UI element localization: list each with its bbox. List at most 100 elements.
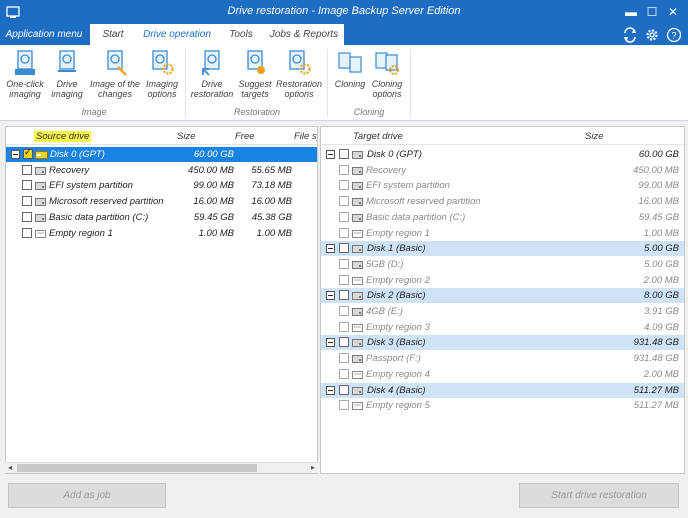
row-checkbox[interactable] <box>339 274 349 285</box>
drive-restoration-button[interactable]: Drive restoration <box>189 49 235 99</box>
target-drive-pane[interactable]: Target drive Size Disk 0 (GPT) 60.00 GB Re… <box>320 126 685 474</box>
row-name: Basic data partition (C:) <box>366 211 466 223</box>
tab-drive-operation[interactable]: Drive operation <box>136 24 218 45</box>
row-checkbox[interactable] <box>339 337 349 348</box>
free-header[interactable]: Free <box>235 131 255 142</box>
source-partition-row[interactable]: Basic data partition (C:) 59.45 GB 45.38 G… <box>6 210 317 225</box>
row-name: Disk 2 (Basic) <box>367 290 426 302</box>
row-name: Empty region 2 <box>366 274 430 286</box>
start-drive-restoration-button[interactable]: Start drive restoration <box>519 483 679 508</box>
row-checkbox[interactable] <box>23 147 33 159</box>
button-label: Cloning <box>371 79 403 89</box>
row-checkbox[interactable] <box>339 306 349 316</box>
row-checkbox[interactable] <box>339 258 349 269</box>
target-partition-row[interactable]: 5GB (D:) 5.00 GB <box>321 257 684 272</box>
target-partition-row[interactable]: Empty region 4 2.00 MB <box>321 367 684 382</box>
row-checkbox[interactable] <box>22 227 32 238</box>
source-horizontal-scrollbar[interactable]: ◂ ▸ <box>5 462 318 473</box>
target-partition-row[interactable]: Empty region 3 4.09 GB <box>321 320 684 335</box>
row-name: Empty region 5 <box>366 400 430 412</box>
sync-icon[interactable] <box>622 27 638 43</box>
button-label: options <box>372 89 402 99</box>
source-partition-row[interactable]: Microsoft reserved partition 16.00 MB 16.0… <box>6 194 317 209</box>
tab-tools[interactable]: Tools <box>218 24 264 45</box>
target-disk-row[interactable]: Disk 4 (Basic) 511.27 MB <box>321 382 684 398</box>
maximize-button[interactable]: ☐ <box>643 3 661 21</box>
row-checkbox[interactable] <box>339 227 349 238</box>
row-checkbox[interactable] <box>339 290 349 301</box>
target-partition-row[interactable]: Basic data partition (C:) 59.45 GB <box>321 210 684 225</box>
partition-icon <box>352 260 363 269</box>
size-header[interactable]: Size <box>177 131 195 142</box>
close-button[interactable]: ✕ <box>664 3 682 21</box>
gear-icon[interactable] <box>644 27 660 43</box>
source-disk-row[interactable]: Disk 0 (GPT) 60.00 GB <box>6 147 317 162</box>
tab-start[interactable]: Start <box>90 24 136 45</box>
row-checkbox[interactable] <box>22 164 32 175</box>
target-disk-row[interactable]: Disk 3 (Basic) 931.48 GB <box>321 335 684 351</box>
row-name: Recovery <box>366 164 407 176</box>
row-checkbox[interactable] <box>339 211 349 222</box>
source-partition-row[interactable]: Empty region 1 1.00 MB 1.00 MB <box>6 226 317 241</box>
row-checkbox[interactable] <box>22 196 32 207</box>
target-size-header[interactable]: Size <box>585 131 603 142</box>
suggest-targets-button[interactable]: Suggest targets <box>236 49 274 99</box>
file-system-header[interactable]: File sy <box>294 131 317 142</box>
row-size: 5.00 GB <box>644 258 679 270</box>
target-partition-row[interactable]: Passport (F:) 931.48 GB <box>321 351 684 366</box>
collapse-toggle[interactable] <box>326 150 335 159</box>
target-partition-row[interactable]: 4GB (E:) 3.91 GB <box>321 304 684 319</box>
empty-region-icon <box>352 276 363 285</box>
row-checkbox[interactable] <box>22 211 32 222</box>
target-partition-row[interactable]: Empty region 1 1.00 MB <box>321 226 684 241</box>
row-checkbox[interactable] <box>339 321 349 332</box>
target-disk-row[interactable]: Disk 0 (GPT) 60.00 GB <box>321 147 684 162</box>
source-partition-row[interactable]: Recovery 450.00 MB 55.65 MB <box>6 163 317 178</box>
restoration-options-button[interactable]: Restoration options <box>274 49 324 99</box>
partition-icon <box>352 386 363 395</box>
row-checkbox[interactable] <box>22 180 32 191</box>
row-checkbox[interactable] <box>339 368 349 379</box>
row-checkbox[interactable] <box>339 149 349 159</box>
collapse-toggle[interactable] <box>326 291 335 301</box>
minimize-button[interactable]: ▬ <box>622 3 640 21</box>
scrollbar-thumb[interactable] <box>17 464 257 472</box>
target-partition-row[interactable]: EFI system partition 99.00 MB <box>321 178 684 193</box>
target-drive-header[interactable]: Target drive <box>353 131 403 142</box>
svg-text:?: ? <box>671 31 676 41</box>
collapse-toggle[interactable] <box>326 244 335 254</box>
add-as-job-button[interactable]: Add as job <box>8 483 166 508</box>
scroll-right-arrow-icon[interactable]: ▸ <box>308 463 318 472</box>
row-checkbox[interactable] <box>339 164 349 175</box>
target-disk-row[interactable]: Disk 2 (Basic) 8.00 GB <box>321 288 684 304</box>
collapse-toggle[interactable] <box>11 150 20 159</box>
target-partition-row[interactable]: Recovery 450.00 MB <box>321 163 684 178</box>
target-disk-row[interactable]: Disk 1 (Basic) 5.00 GB <box>321 241 684 257</box>
target-partition-row[interactable]: Microsoft reserved partition 16.00 MB <box>321 194 684 209</box>
imaging-options-button[interactable]: Imaging options <box>143 49 181 99</box>
one-click-imaging-button[interactable]: One-click imaging <box>4 49 46 99</box>
source-drive-pane[interactable]: Source drive Size Free File sy Disk 0 (G… <box>5 126 318 474</box>
row-checkbox[interactable] <box>339 400 349 411</box>
row-checkbox[interactable] <box>339 196 349 207</box>
target-partition-row[interactable]: Empty region 2 2.00 MB <box>321 273 684 288</box>
cloning-options-button[interactable]: Cloning options <box>369 49 405 99</box>
collapse-toggle[interactable] <box>326 338 335 348</box>
collapse-toggle[interactable] <box>326 385 335 395</box>
row-checkbox[interactable] <box>339 243 349 254</box>
target-partition-row[interactable]: Empty region 5 511.27 MB <box>321 398 684 413</box>
scroll-left-arrow-icon[interactable]: ◂ <box>5 463 15 472</box>
cloning-button[interactable]: Cloning <box>331 49 369 89</box>
drive-imaging-button[interactable]: Drive imaging <box>47 49 87 99</box>
help-icon[interactable]: ? <box>666 27 682 43</box>
row-size: 931.48 GB <box>633 337 679 349</box>
image-of-changes-button[interactable]: Image of the changes <box>87 49 143 99</box>
row-checkbox[interactable] <box>339 353 349 364</box>
application-menu[interactable]: Application menu <box>0 24 88 45</box>
row-checkbox[interactable] <box>339 180 349 191</box>
tab-jobs-reports[interactable]: Jobs & Reports <box>264 24 344 45</box>
source-partition-row[interactable]: EFI system partition 99.00 MB 73.18 MB <box>6 178 317 193</box>
row-checkbox[interactable] <box>339 384 349 395</box>
button-label: options <box>284 89 314 99</box>
source-drive-header[interactable]: Source drive <box>34 131 92 142</box>
